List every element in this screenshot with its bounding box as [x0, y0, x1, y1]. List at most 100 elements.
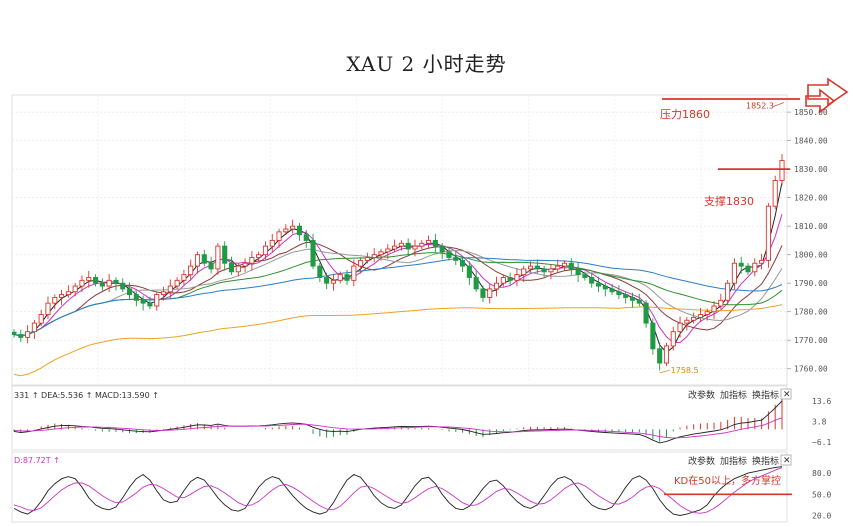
- candle-body-down: [745, 265, 751, 273]
- y-tick-label: 1800.00: [794, 251, 828, 260]
- candle-body-down: [643, 302, 649, 324]
- candle: [643, 300, 649, 328]
- candle-body-up: [378, 251, 384, 256]
- candle-body-down: [228, 262, 235, 273]
- candle-body-up: [493, 282, 500, 290]
- candle-body-down: [473, 277, 479, 290]
- kd-tool-1: 改参数: [688, 455, 715, 467]
- candle-body-up: [725, 282, 731, 301]
- macd-tool-1: 改参数: [688, 389, 715, 401]
- candle-body-up: [86, 277, 92, 281]
- y-tick-label: 1820.00: [794, 194, 828, 203]
- candle-body-up: [25, 331, 31, 338]
- macd-tool-2: 加指标: [720, 389, 747, 401]
- candle-body-down: [738, 262, 744, 267]
- candle-body-up: [392, 245, 398, 250]
- macd-y-tick-label: −6.1: [812, 438, 831, 447]
- y-tick-label: 1780.00: [794, 308, 828, 317]
- candle-body-up: [160, 291, 167, 296]
- candle-body-up: [283, 228, 289, 233]
- candle-body-down: [602, 285, 608, 290]
- candle: [765, 203, 771, 268]
- candle-body-up: [426, 239, 432, 244]
- candle-body-down: [439, 245, 445, 253]
- kd-tool-3: 换指标: [752, 455, 779, 467]
- candle-body-up: [487, 288, 493, 298]
- candle-body-up: [718, 299, 724, 307]
- candle-body-up: [500, 277, 506, 284]
- kd-y-tick-label: 50.0: [812, 490, 831, 499]
- candle-body-down: [616, 291, 622, 296]
- candle-body-up: [677, 322, 683, 333]
- kd-close-icon: ✕: [783, 456, 791, 466]
- candle-body-up: [262, 245, 269, 256]
- candle-body-down: [405, 242, 411, 250]
- candle-body-up: [351, 265, 357, 281]
- candle-body-up: [752, 262, 758, 273]
- candle-body-down: [99, 282, 105, 287]
- candle-body-down: [201, 254, 207, 264]
- candle: [663, 342, 670, 367]
- candle-body-down: [636, 299, 642, 304]
- candle-body-up: [249, 257, 255, 264]
- candle-body-down: [147, 302, 153, 307]
- candle-body-down: [120, 282, 126, 290]
- candle-body-down: [113, 279, 119, 284]
- y-tick-label: 1790.00: [794, 279, 828, 288]
- candle-body-down: [310, 239, 316, 267]
- candle-body-up: [704, 311, 710, 316]
- candle-body-up: [419, 242, 425, 247]
- candle-body-down: [582, 274, 588, 278]
- candle-body-up: [45, 302, 51, 316]
- candle-body-down: [623, 294, 629, 298]
- macd-close-icon: ✕: [783, 390, 791, 400]
- macd-header: 331 ↑ DEA:5.536 ↑ MACD:13.590 ↑: [14, 391, 159, 400]
- resistance-label: 压力1860: [660, 108, 710, 121]
- candle-body-up: [65, 291, 71, 296]
- candle-body-down: [208, 262, 214, 270]
- candle-body-up: [548, 268, 554, 273]
- candle-body-up: [72, 285, 78, 293]
- candle-body-up: [215, 245, 221, 270]
- candle-body-down: [629, 297, 636, 301]
- candle-body-up: [731, 262, 737, 284]
- candle-body-down: [222, 245, 228, 264]
- candle-body-up: [555, 265, 561, 270]
- candle-body-up: [31, 322, 37, 333]
- candle-body-up: [759, 259, 765, 264]
- candle-body-up: [242, 262, 248, 267]
- candle-body-down: [140, 299, 146, 304]
- candle-body-down: [18, 334, 24, 338]
- candle-body-up: [52, 297, 58, 304]
- kd-header: D:87.72T ↑: [14, 456, 60, 465]
- kd-annotation: KD在50以上，多方掌控: [674, 474, 781, 487]
- candle-body-down: [609, 288, 615, 293]
- candle-body-up: [691, 316, 697, 321]
- y-tick-label: 1810.00: [794, 222, 828, 231]
- chart-canvas: 1760.00 1770.00 1780.00 1790.00 1800.00 1810.…: [11, 77, 849, 523]
- support-label: 支撑1830: [704, 194, 754, 208]
- candle-body-down: [296, 225, 303, 236]
- candle-body-down: [480, 288, 486, 298]
- low-mark-label: 1758.5: [671, 366, 699, 375]
- macd-y-tick-label: 3.8: [812, 417, 827, 426]
- candle-body-up: [59, 294, 65, 298]
- candle-body-down: [589, 277, 595, 284]
- candle-body-up: [385, 248, 391, 253]
- candle-body-up: [684, 319, 690, 324]
- candle-body-up: [527, 265, 534, 270]
- candle-body-up: [188, 265, 194, 276]
- candle-body-up: [364, 257, 370, 261]
- candle-body-up: [337, 274, 343, 281]
- candle-body-up: [398, 242, 404, 247]
- candle-body-down: [460, 259, 466, 267]
- candle-body-up: [521, 268, 527, 276]
- candle-body-down: [568, 262, 574, 270]
- candle-body-up: [711, 305, 717, 313]
- y-tick-label: 1760.00: [794, 365, 828, 374]
- candle-body-down: [507, 277, 513, 281]
- candle-body-up: [181, 274, 187, 281]
- candle-body-down: [126, 288, 133, 296]
- candle-body-down: [432, 239, 438, 247]
- candle-body-down: [324, 277, 330, 284]
